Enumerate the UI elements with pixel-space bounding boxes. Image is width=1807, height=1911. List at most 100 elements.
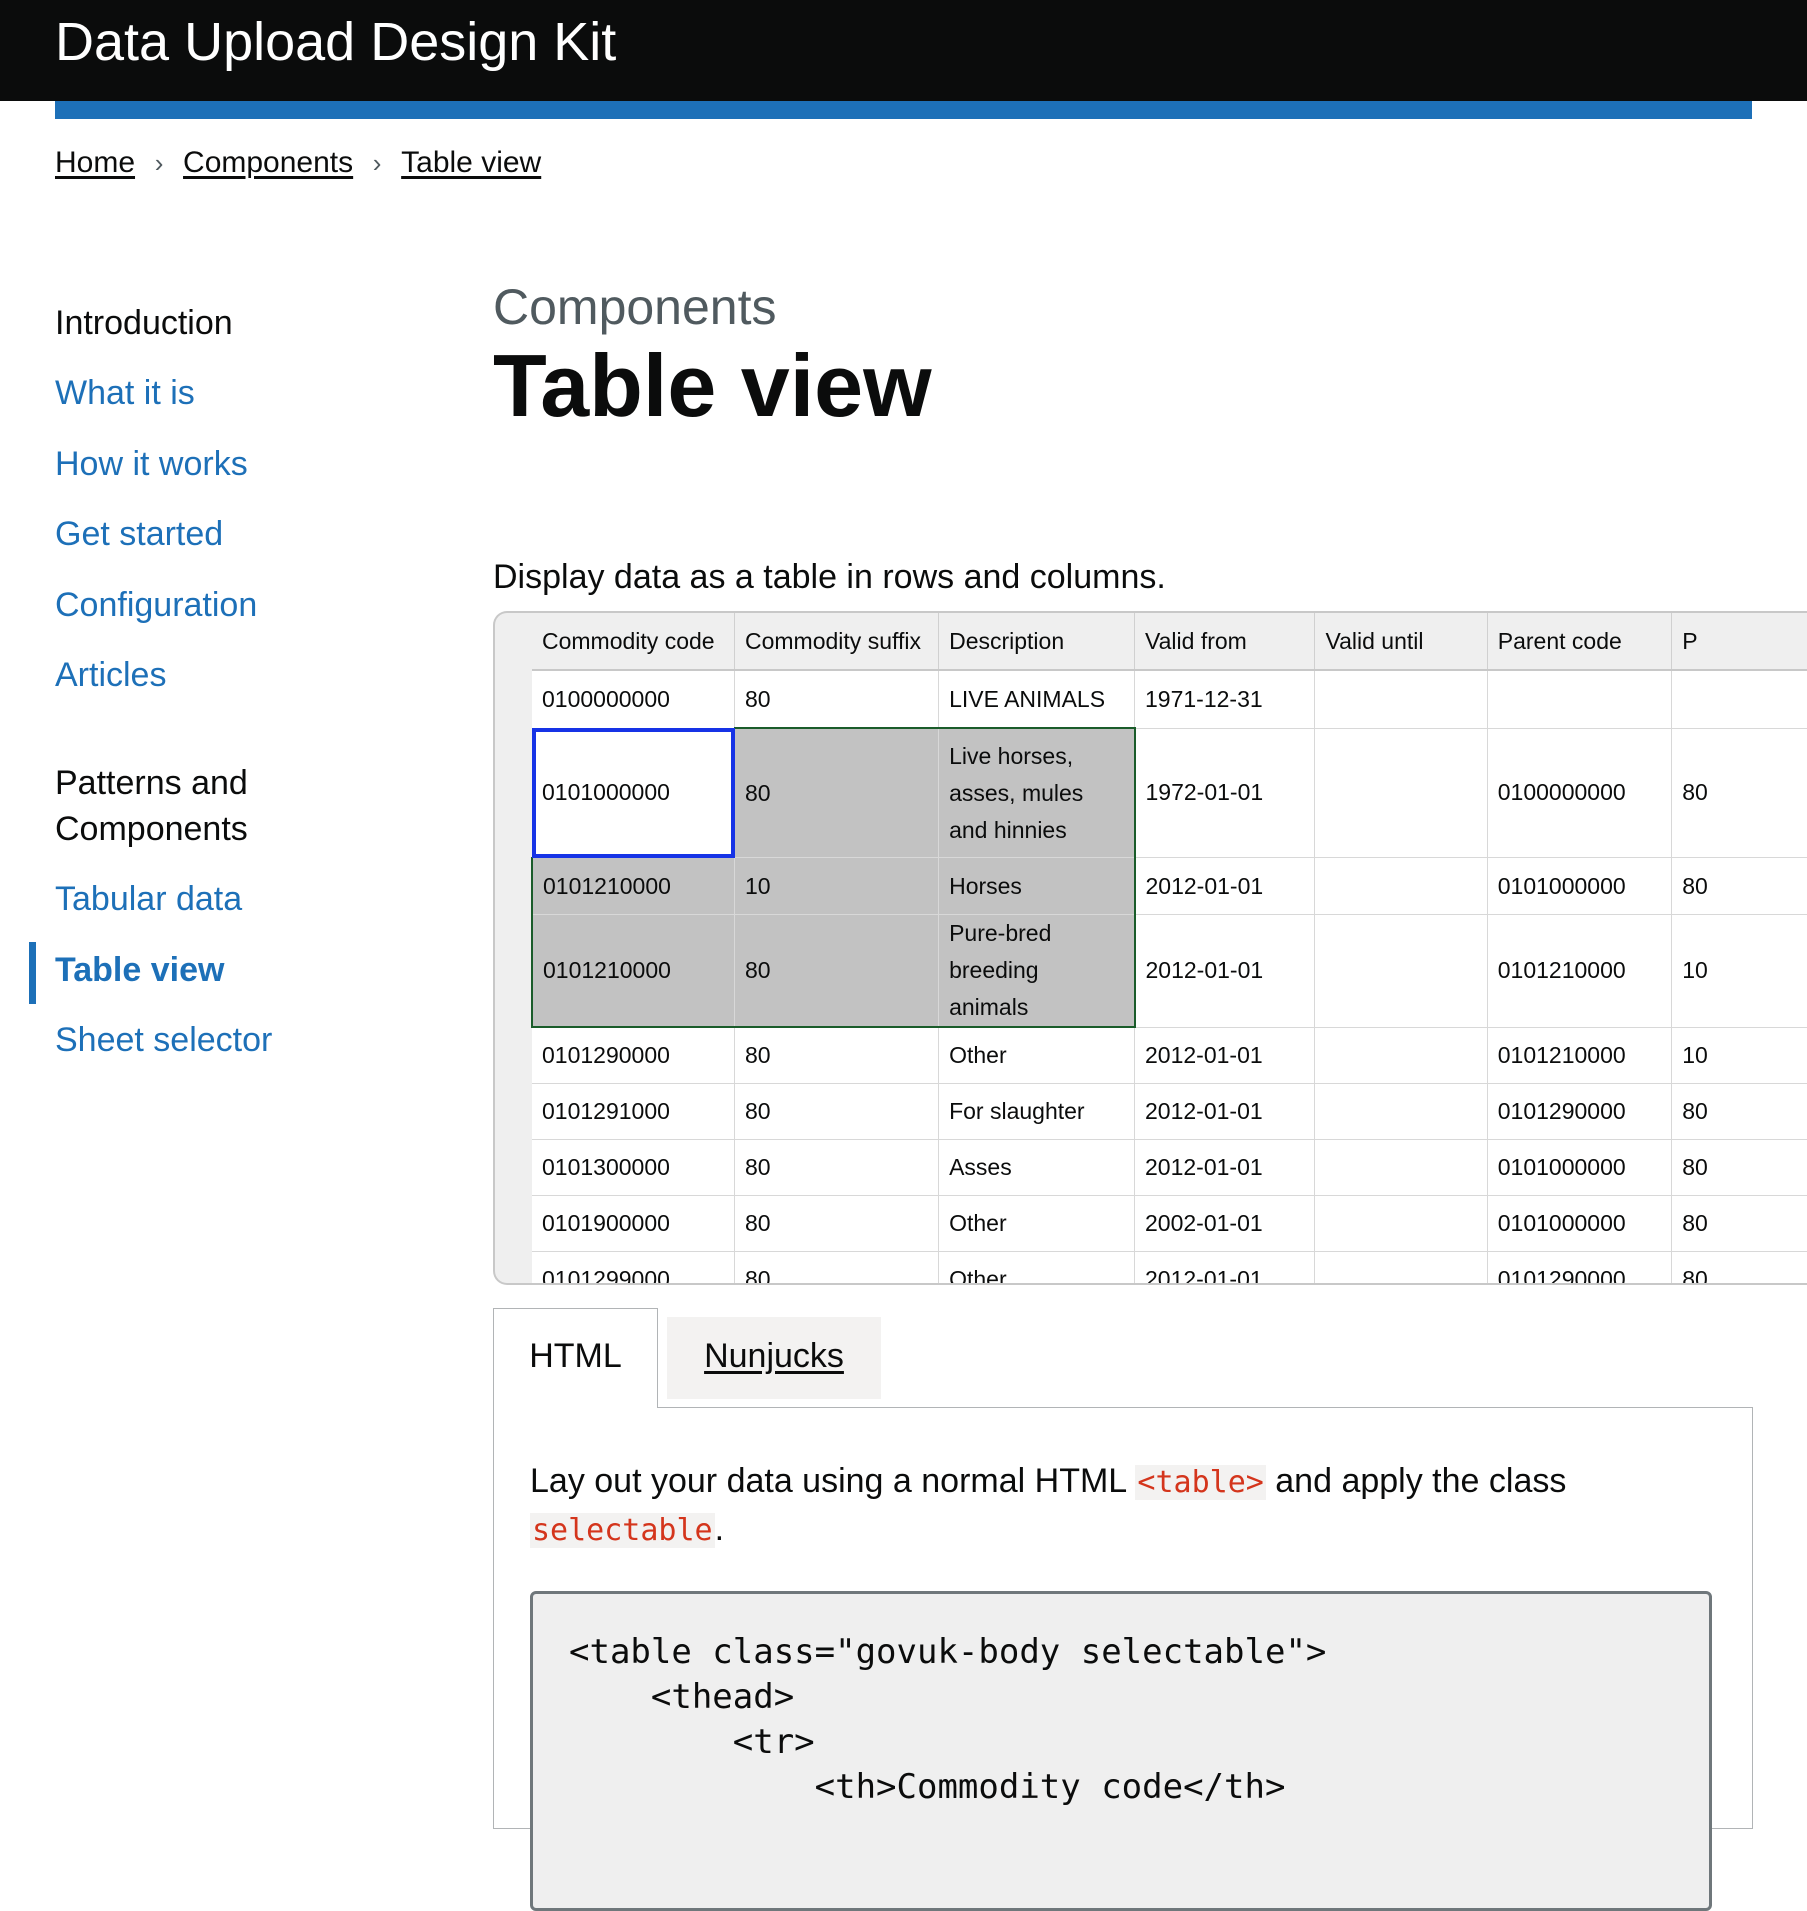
table-cell[interactable]: 2012-01-01 bbox=[1134, 1083, 1316, 1140]
table-cell[interactable]: 2002-01-01 bbox=[1134, 1195, 1316, 1252]
table-cell[interactable]: Other bbox=[938, 1251, 1135, 1283]
code-block[interactable]: <table class="govuk-body selectable"> <t… bbox=[530, 1591, 1712, 1911]
table-cell[interactable]: 0100000000 bbox=[1487, 728, 1673, 858]
table-cell[interactable] bbox=[1314, 1027, 1488, 1084]
table-cell[interactable]: 2012-01-01 bbox=[1134, 1139, 1316, 1196]
table-cell[interactable]: Other bbox=[938, 1027, 1135, 1084]
table-cell[interactable]: 80 bbox=[1671, 728, 1807, 858]
column-header[interactable]: Valid from bbox=[1134, 613, 1316, 671]
panel-text-after: . bbox=[714, 1510, 725, 1548]
nav-item-sheet-selector[interactable]: Sheet selector bbox=[55, 1017, 272, 1063]
nav-item-how-it-works[interactable]: How it works bbox=[55, 441, 248, 487]
table-cell-selected[interactable]: 0101210000 bbox=[531, 914, 735, 1028]
table-cell[interactable] bbox=[1314, 1139, 1488, 1196]
table-view-container[interactable]: Commodity code Commodity suffix Descript… bbox=[493, 611, 1807, 1285]
table-cell[interactable]: 0101299000 bbox=[532, 1251, 735, 1283]
table-cell-selected[interactable]: 80 bbox=[734, 914, 940, 1028]
table-row: 0101290000 80 Other 2012-01-01 010121000… bbox=[532, 1027, 1807, 1084]
table-cell[interactable]: 80 bbox=[1671, 857, 1807, 915]
table-cell[interactable]: 80 bbox=[734, 1027, 940, 1084]
code-line: <tr> bbox=[569, 1722, 815, 1762]
table-cell[interactable]: 0101000000 bbox=[1487, 1195, 1673, 1252]
table-cell[interactable]: 80 bbox=[734, 1195, 940, 1252]
nav-item-tabular-data[interactable]: Tabular data bbox=[55, 876, 242, 922]
table-cell[interactable]: 2012-01-01 bbox=[1134, 1251, 1316, 1283]
table-cell[interactable]: 2012-01-01 bbox=[1134, 914, 1316, 1028]
breadcrumb-current[interactable]: Table view bbox=[401, 146, 541, 180]
table-cell-selected[interactable]: 80 bbox=[734, 727, 940, 858]
table-cell[interactable]: 80 bbox=[734, 1083, 940, 1140]
nav-item-table-view[interactable]: Table view bbox=[55, 947, 224, 993]
breadcrumb-home[interactable]: Home bbox=[55, 146, 135, 180]
table-cell-selected[interactable]: 10 bbox=[734, 857, 940, 915]
data-table: Commodity code Commodity suffix Descript… bbox=[531, 613, 1807, 1283]
tab-nunjucks[interactable]: Nunjucks bbox=[667, 1317, 881, 1399]
table-cell[interactable] bbox=[1314, 1083, 1488, 1140]
table-row: 0101210000 80 Pure-bred breeding animals… bbox=[531, 914, 1807, 1028]
nav-item-configuration[interactable]: Configuration bbox=[55, 582, 257, 628]
table-cell[interactable] bbox=[1314, 670, 1488, 729]
table-cell[interactable]: 0100000000 bbox=[532, 670, 735, 729]
table-cell[interactable] bbox=[1314, 1195, 1488, 1252]
table-cell[interactable] bbox=[1314, 857, 1488, 915]
table-cell[interactable] bbox=[1671, 670, 1807, 729]
table-cell[interactable]: 0101291000 bbox=[532, 1083, 735, 1140]
table-cell[interactable]: 80 bbox=[1671, 1251, 1807, 1283]
table-cell[interactable]: 80 bbox=[734, 670, 940, 729]
table-cell-active[interactable]: 0101000000 bbox=[532, 728, 735, 858]
table-cell[interactable]: Other bbox=[938, 1195, 1135, 1252]
column-header[interactable]: P bbox=[1671, 613, 1807, 671]
table-cell-selected[interactable]: 0101210000 bbox=[531, 857, 735, 915]
table-cell[interactable]: 1971-12-31 bbox=[1134, 670, 1316, 729]
tab-html[interactable]: HTML bbox=[493, 1308, 658, 1409]
breadcrumb: Home › Components › Table view bbox=[55, 143, 541, 183]
table-cell[interactable]: 0101900000 bbox=[532, 1195, 735, 1252]
table-cell[interactable]: 0101000000 bbox=[1487, 1139, 1673, 1196]
page-title: Table view bbox=[493, 336, 932, 435]
table-cell[interactable]: 0101000000 bbox=[1487, 857, 1673, 915]
table-cell[interactable]: LIVE ANIMALS bbox=[938, 670, 1135, 729]
table-row: 0101299000 80 Other 2012-01-01 010129000… bbox=[532, 1251, 1807, 1283]
table-cell[interactable]: Asses bbox=[938, 1139, 1135, 1196]
column-header[interactable]: Commodity suffix bbox=[734, 613, 940, 671]
table-cell[interactable]: 80 bbox=[1671, 1083, 1807, 1140]
table-cell[interactable]: 2012-01-01 bbox=[1134, 1027, 1316, 1084]
table-cell[interactable]: 1972-01-01 bbox=[1134, 728, 1316, 858]
column-header[interactable]: Commodity code bbox=[532, 613, 735, 671]
table-cell-selected[interactable]: Horses bbox=[938, 857, 1136, 915]
table-cell[interactable]: 0101300000 bbox=[532, 1139, 735, 1196]
table-cell[interactable]: 10 bbox=[1671, 914, 1807, 1028]
nav-item-what-it-is[interactable]: What it is bbox=[55, 370, 195, 416]
table-cell[interactable]: 2012-01-01 bbox=[1134, 857, 1316, 915]
table-cell[interactable]: For slaughter bbox=[938, 1083, 1135, 1140]
column-header[interactable]: Valid until bbox=[1314, 613, 1488, 671]
table-cell-selected[interactable]: Pure-bred breeding animals bbox=[938, 914, 1136, 1028]
table-cell[interactable]: 0101290000 bbox=[1487, 1083, 1673, 1140]
table-row: 0101210000 10 Horses 2012-01-01 01010000… bbox=[531, 857, 1807, 915]
table-header-row: Commodity code Commodity suffix Descript… bbox=[532, 613, 1807, 671]
table-cell[interactable] bbox=[1314, 914, 1488, 1028]
nav-active-indicator bbox=[29, 942, 36, 1004]
table-cell[interactable]: 80 bbox=[734, 1251, 940, 1283]
table-cell[interactable]: 80 bbox=[734, 1139, 940, 1196]
tab-panel-html: Lay out your data using a normal HTML <t… bbox=[493, 1407, 1753, 1911]
table-cell[interactable]: 0101290000 bbox=[532, 1027, 735, 1084]
table-cell[interactable] bbox=[1314, 728, 1488, 858]
table-cell[interactable]: 10 bbox=[1671, 1027, 1807, 1084]
table-cell[interactable]: 0101290000 bbox=[1487, 1251, 1673, 1283]
table-cell[interactable]: 80 bbox=[1671, 1195, 1807, 1252]
table-cell[interactable] bbox=[1487, 670, 1673, 729]
breadcrumb-components[interactable]: Components bbox=[183, 146, 353, 180]
nav-item-articles[interactable]: Articles bbox=[55, 652, 166, 698]
table-cell-selected[interactable]: Live horses, asses, mules and hinnies bbox=[938, 727, 1136, 858]
column-header[interactable]: Description bbox=[938, 613, 1135, 671]
column-header[interactable]: Parent code bbox=[1487, 613, 1673, 671]
table-cell[interactable]: 0101210000 bbox=[1487, 1027, 1673, 1084]
table-cell[interactable]: 80 bbox=[1671, 1139, 1807, 1196]
site-title[interactable]: Data Upload Design Kit bbox=[55, 8, 616, 76]
table-cell[interactable]: 0101210000 bbox=[1487, 914, 1673, 1028]
table-cell[interactable] bbox=[1314, 1251, 1488, 1283]
nav-item-get-started[interactable]: Get started bbox=[55, 511, 223, 557]
page-caption: Components bbox=[493, 279, 777, 335]
nav-heading-patterns: Patterns and bbox=[55, 764, 248, 802]
